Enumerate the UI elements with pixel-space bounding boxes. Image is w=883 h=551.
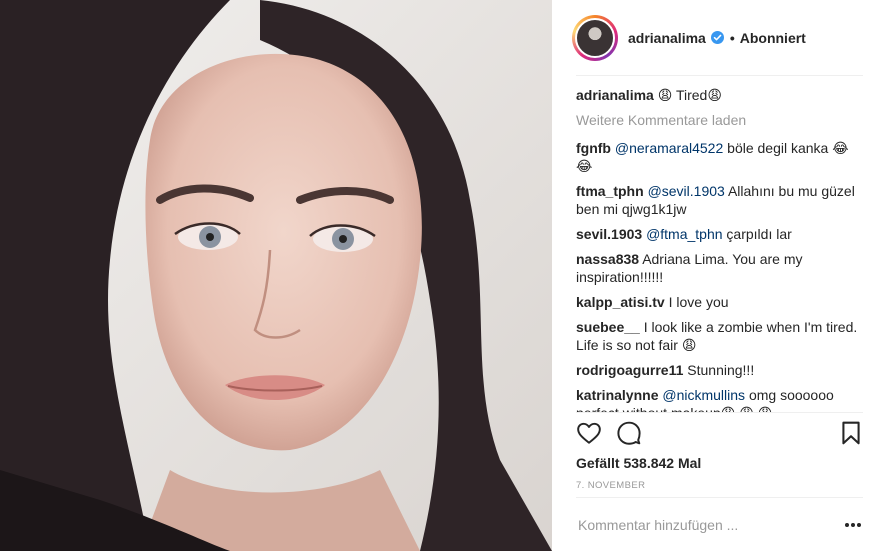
comment-item: suebee__ I look like a zombie when I'm t… [576,318,863,354]
comment-item: fgnfb @neramaral4522 böle degil kanka 😂😂 [576,139,863,175]
post-date[interactable]: 7. NOVEMBER [576,480,645,491]
more-options-icon [845,523,849,527]
follow-button[interactable]: Abonniert [740,30,806,46]
comment-text: Stunning!!! [687,362,755,378]
comment-username[interactable]: ftma_tphn [576,183,644,199]
comment-item: nassa838 Adriana Lima. You are my inspir… [576,250,863,286]
add-comment-input[interactable] [578,510,823,540]
comment-item: kalpp_atisi.tv I love you [576,293,863,311]
author-username[interactable]: adrianalima [628,30,706,46]
post-header: adrianalima • Abonniert [552,0,883,75]
comment-mention[interactable]: @neramaral4522 [615,140,723,156]
comment-button[interactable] [616,420,644,448]
comment-mention[interactable]: @ftma_tphn [646,226,722,242]
comment-username[interactable]: fgnfb [576,140,611,156]
comment-username[interactable]: nassa838 [576,251,639,267]
comment-text: I love you [668,294,729,310]
post-sidebar: adrianalima • Abonniert adrianalima 😩 Ti… [552,0,883,551]
comment-item: rodrigoagurre11 Stunning!!! [576,361,863,379]
comment-username[interactable]: kalpp_atisi.tv [576,294,665,310]
comment-username[interactable]: suebee__ [576,319,640,335]
comment-mention[interactable]: @nickmullins [662,387,745,403]
comment-username[interactable]: sevil.1903 [576,226,642,242]
comment-bubble-icon [617,421,641,445]
post-photo[interactable] [0,0,552,551]
save-button[interactable] [838,420,866,448]
caption-text: 😩 Tired😩 [657,87,722,103]
avatar[interactable] [572,14,618,61]
more-options-button[interactable] [843,516,863,534]
divider [576,497,863,498]
selfie-image [0,0,552,551]
comment-username[interactable]: katrinalynne [576,387,658,403]
caption: adrianalima 😩 Tired😩 [576,86,863,104]
separator-dot: • [729,29,735,46]
comment-item: katrinalynne @nickmullins omg soooooo pe… [576,386,863,412]
divider [576,412,863,413]
verified-badge-icon [710,31,724,44]
comment-text: çarpıldı lar [722,226,792,242]
comment-item: sevil.1903 @ftma_tphn çarpıldı lar [576,225,863,243]
instagram-post: adrianalima • Abonniert adrianalima 😩 Ti… [0,0,883,551]
load-more-comments-link[interactable]: Weitere Kommentare laden [576,111,863,129]
bookmark-icon [842,421,860,445]
like-button[interactable] [576,420,604,448]
comment-username[interactable]: rodrigoagurre11 [576,362,683,378]
comment-mention[interactable]: @sevil.1903 [648,183,725,199]
comment-item: ftma_tphn @sevil.1903 Allahını bu mu güz… [576,182,863,218]
caption-username[interactable]: adrianalima [576,87,654,103]
likes-count[interactable]: Gefällt 538.842 Mal [576,455,701,471]
comments-list[interactable]: adrianalima 😩 Tired😩 Weitere Kommentare … [552,76,883,412]
heart-icon [577,422,601,444]
action-bar [576,420,866,448]
